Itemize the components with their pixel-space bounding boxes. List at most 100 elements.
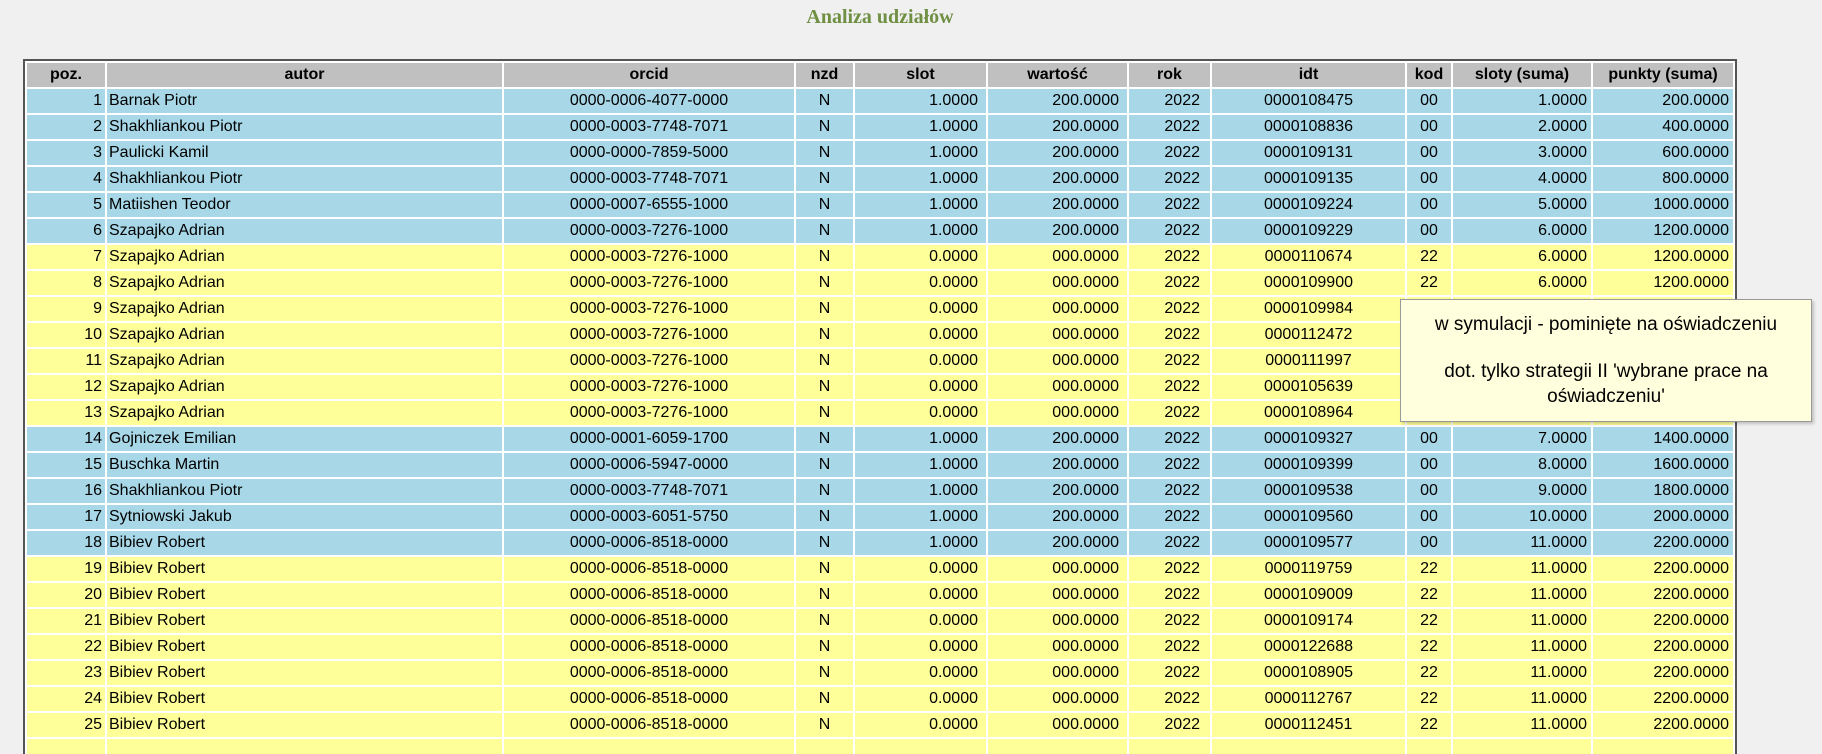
table-row[interactable]: 6Szapajko Adrian0000-0003-7276-1000N1.00…	[27, 219, 1733, 243]
table-row[interactable]: 23Bibiev Robert0000-0006-8518-0000N0.000…	[27, 661, 1733, 685]
cell-nzd: N	[796, 271, 853, 295]
cell-sloty_suma: 6.0000	[1453, 271, 1591, 295]
cell-kod: 00	[1407, 479, 1451, 503]
cell-slot: 0.0000	[855, 349, 986, 373]
cell-orcid: 0000-0003-7276-1000	[504, 323, 794, 347]
table-row[interactable]: 7Szapajko Adrian0000-0003-7276-1000N0.00…	[27, 245, 1733, 269]
cell-kod: 22	[1407, 245, 1451, 269]
cell-kod: 22	[1407, 557, 1451, 581]
cell-orcid: 0000-0003-7748-7071	[504, 115, 794, 139]
table-row[interactable]: 20Bibiev Robert0000-0006-8518-0000N0.000…	[27, 583, 1733, 607]
cell-punkty_suma: 1600.0000	[1593, 453, 1733, 477]
table-row[interactable]: 24Bibiev Robert0000-0006-8518-0000N0.000…	[27, 687, 1733, 711]
cell-rok: 2022	[1129, 453, 1210, 477]
cell-nzd: N	[796, 167, 853, 191]
table-row[interactable]: 17Sytniowski Jakub0000-0003-6051-5750N1.…	[27, 505, 1733, 529]
cell-sloty_suma: 11.0000	[1453, 583, 1591, 607]
cell-wartosc: 200.0000	[988, 479, 1127, 503]
cell-wartosc: 000.0000	[988, 323, 1127, 347]
cell-autor: Bibiev Robert	[107, 557, 502, 581]
cell-wartosc: 000.0000	[988, 271, 1127, 295]
cell-idt: 0000119759	[1212, 557, 1405, 581]
cell-poz: 6	[27, 219, 105, 243]
cell-wartosc: 200.0000	[988, 193, 1127, 217]
cell-nzd: N	[796, 297, 853, 321]
cell-slot: 0.0000	[855, 635, 986, 659]
table-row[interactable]: 3Paulicki Kamil0000-0000-7859-5000N1.000…	[27, 141, 1733, 165]
cell-kod: 22	[1407, 713, 1451, 737]
cell-kod	[1407, 739, 1451, 754]
tooltip-text-strategy: dot. tylko strategii II 'wybrane prace n…	[1417, 359, 1795, 409]
cell-idt: 0000108964	[1212, 401, 1405, 425]
cell-orcid: 0000-0003-7276-1000	[504, 349, 794, 373]
cell-wartosc: 000.0000	[988, 557, 1127, 581]
column-header-rok: rok	[1129, 63, 1210, 87]
table-row[interactable]: 15Buschka Martin0000-0006-5947-0000N1.00…	[27, 453, 1733, 477]
cell-punkty_suma: 2200.0000	[1593, 713, 1733, 737]
cell-poz: 10	[27, 323, 105, 347]
cell-idt: 0000109399	[1212, 453, 1405, 477]
cell-rok: 2022	[1129, 219, 1210, 243]
table-row[interactable]: 4Shakhliankou Piotr0000-0003-7748-7071N1…	[27, 167, 1733, 191]
cell-poz: 9	[27, 297, 105, 321]
table-row[interactable]: 22Bibiev Robert0000-0006-8518-0000N0.000…	[27, 635, 1733, 659]
cell-nzd: N	[796, 115, 853, 139]
cell-rok: 2022	[1129, 583, 1210, 607]
cell-rok: 2022	[1129, 713, 1210, 737]
cell-sloty_suma: 11.0000	[1453, 635, 1591, 659]
cell-rok: 2022	[1129, 557, 1210, 581]
cell-orcid: 0000-0000-7859-5000	[504, 141, 794, 165]
cell-nzd: N	[796, 427, 853, 451]
cell-punkty_suma: 2200.0000	[1593, 661, 1733, 685]
cell-idt: 0000109174	[1212, 609, 1405, 633]
table-row[interactable]: 21Bibiev Robert0000-0006-8518-0000N0.000…	[27, 609, 1733, 633]
table-row[interactable]: 2Shakhliankou Piotr0000-0003-7748-7071N1…	[27, 115, 1733, 139]
cell-sloty_suma: 8.0000	[1453, 453, 1591, 477]
cell-wartosc: 000.0000	[988, 375, 1127, 399]
table-row[interactable]: 16Shakhliankou Piotr0000-0003-7748-7071N…	[27, 479, 1733, 503]
cell-nzd: N	[796, 375, 853, 399]
cell-punkty_suma: 1800.0000	[1593, 479, 1733, 503]
cell-punkty_suma: 2000.0000	[1593, 505, 1733, 529]
cell-slot: 1.0000	[855, 167, 986, 191]
cell-rok: 2022	[1129, 323, 1210, 347]
cell-autor: Shakhliankou Piotr	[107, 167, 502, 191]
cell-sloty_suma: 11.0000	[1453, 661, 1591, 685]
cell-kod: 00	[1407, 193, 1451, 217]
cell-slot: 1.0000	[855, 427, 986, 451]
cell-autor: Bibiev Robert	[107, 713, 502, 737]
cell-autor: Bibiev Robert	[107, 635, 502, 659]
table-row[interactable]: 19Bibiev Robert0000-0006-8518-0000N0.000…	[27, 557, 1733, 581]
cell-kod: 00	[1407, 141, 1451, 165]
cell-wartosc: 200.0000	[988, 89, 1127, 113]
cell-orcid: 0000-0006-8518-0000	[504, 661, 794, 685]
cell-sloty_suma	[1453, 739, 1591, 754]
cell-idt: 0000108475	[1212, 89, 1405, 113]
cell-orcid: 0000-0003-6051-5750	[504, 505, 794, 529]
cell-nzd: N	[796, 349, 853, 373]
table-row[interactable]: 14Gojniczek Emilian0000-0001-6059-1700N1…	[27, 427, 1733, 451]
cell-wartosc: 000.0000	[988, 349, 1127, 373]
cell-wartosc: 000.0000	[988, 609, 1127, 633]
cell-kod: 22	[1407, 583, 1451, 607]
cell-kod: 00	[1407, 89, 1451, 113]
cell-nzd: N	[796, 609, 853, 633]
table-row[interactable]	[27, 739, 1733, 754]
cell-poz: 19	[27, 557, 105, 581]
header-row: poz.autororcidnzdslotwartośćrokidtkodslo…	[27, 63, 1733, 87]
cell-nzd: N	[796, 89, 853, 113]
table-row[interactable]: 1Barnak Piotr0000-0006-4077-0000N1.00002…	[27, 89, 1733, 113]
cell-idt: 0000109327	[1212, 427, 1405, 451]
table-row[interactable]: 18Bibiev Robert0000-0006-8518-0000N1.000…	[27, 531, 1733, 555]
table-row[interactable]: 8Szapajko Adrian0000-0003-7276-1000N0.00…	[27, 271, 1733, 295]
cell-punkty_suma: 1200.0000	[1593, 271, 1733, 295]
cell-nzd: N	[796, 245, 853, 269]
cell-kod: 22	[1407, 687, 1451, 711]
cell-rok: 2022	[1129, 167, 1210, 191]
cell-slot: 0.0000	[855, 271, 986, 295]
cell-nzd: N	[796, 323, 853, 347]
table-row[interactable]: 5Matiishen Teodor0000-0007-6555-1000N1.0…	[27, 193, 1733, 217]
cell-orcid: 0000-0003-7276-1000	[504, 297, 794, 321]
table-row[interactable]: 25Bibiev Robert0000-0006-8518-0000N0.000…	[27, 713, 1733, 737]
cell-autor: Bibiev Robert	[107, 609, 502, 633]
